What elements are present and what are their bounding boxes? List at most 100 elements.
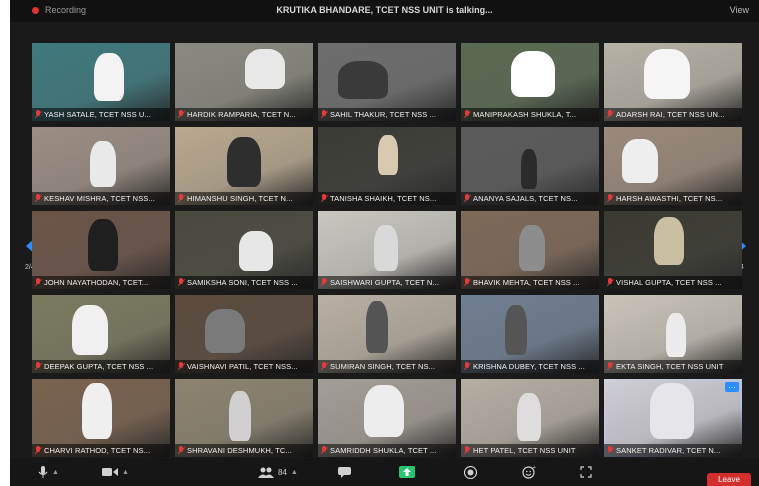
participant-tile[interactable]: KRISHNA DUBEY, TCET NSS ...	[461, 295, 599, 373]
muted-mic-icon	[321, 194, 327, 203]
meeting-window: Recording KRUTIKA BHANDARE, TCET NSS UNI…	[10, 0, 759, 486]
participant-tile[interactable]: VAISHNAVI PATIL, TCET NSS...	[175, 295, 313, 373]
participant-name: SUMIRAN SINGH, TCET NS...	[330, 362, 436, 371]
chat-bubble-icon	[338, 466, 351, 478]
participant-name-bar: SAHIL THAKUR, TCET NSS ...	[318, 108, 456, 121]
participant-name-bar: SAISHWARI GUPTA, TCET N...	[318, 276, 456, 289]
participant-name: CHARVI RATHOD, TCET NS...	[44, 446, 151, 455]
participant-tile[interactable]: EKTA SINGH, TCET NSS UNIT	[604, 295, 742, 373]
participant-tile[interactable]: JOHN NAYATHODAN, TCET...	[32, 211, 170, 289]
participant-tile[interactable]: SAISHWARI GUPTA, TCET N...	[318, 211, 456, 289]
participant-tile[interactable]: SAHIL THAKUR, TCET NSS ...	[318, 43, 456, 121]
participant-name: VAISHNAVI PATIL, TCET NSS...	[187, 362, 298, 371]
participant-name: TANISHA SHAIKH, TCET NS...	[330, 194, 437, 203]
participant-name-bar: CHARVI RATHOD, TCET NS...	[32, 444, 170, 457]
participant-name-bar: HARDIK RAMPARIA, TCET N...	[175, 108, 313, 121]
participants-options-caret-icon[interactable]: ▲	[291, 469, 298, 476]
participant-figure	[338, 61, 388, 99]
participant-name-bar: HET PATEL, TCET NSS UNIT	[461, 444, 599, 457]
participant-name-bar: YASH SATALE, TCET NSS U...	[32, 108, 170, 121]
participant-name: SAISHWARI GUPTA, TCET N...	[330, 278, 440, 287]
participant-tile[interactable]: SUMIRAN SINGH, TCET NS...	[318, 295, 456, 373]
leave-button[interactable]: Leave	[707, 473, 751, 486]
participant-name-bar: KRISHNA DUBEY, TCET NSS ...	[461, 360, 599, 373]
participant-name-bar: VISHAL GUPTA, TCET NSS ...	[604, 276, 742, 289]
participant-name: HET PATEL, TCET NSS UNIT	[473, 446, 576, 455]
muted-mic-icon	[607, 446, 613, 455]
participant-name-bar: SHRAVANI DESHMUKH, TC...	[175, 444, 313, 457]
muted-mic-icon	[321, 110, 327, 119]
title-bar: Recording KRUTIKA BHANDARE, TCET NSS UNI…	[10, 0, 759, 22]
participant-name: HARDIK RAMPARIA, TCET N...	[187, 110, 296, 119]
participant-figure	[650, 383, 694, 439]
participant-name: MANIPRAKASH SHUKLA, T...	[473, 110, 577, 119]
muted-mic-icon	[464, 278, 470, 287]
participant-name-bar: SAMRIDDH SHUKLA, TCET ...	[318, 444, 456, 457]
participant-name-bar: JOHN NAYATHODAN, TCET...	[32, 276, 170, 289]
participant-figure	[205, 309, 245, 353]
mute-options-caret-icon[interactable]: ▲	[52, 469, 59, 476]
participant-tile[interactable]: VISHAL GUPTA, TCET NSS ...	[604, 211, 742, 289]
mute-button[interactable]: ▲	[38, 465, 59, 479]
participant-name: VISHAL GUPTA, TCET NSS ...	[616, 278, 722, 287]
participant-tile[interactable]: MANIPRAKASH SHUKLA, T...	[461, 43, 599, 121]
muted-mic-icon	[178, 194, 184, 203]
share-screen-button[interactable]	[399, 465, 415, 479]
muted-mic-icon	[35, 278, 41, 287]
video-options-caret-icon[interactable]: ▲	[122, 469, 129, 476]
participant-figure	[229, 391, 251, 441]
participant-figure	[366, 301, 388, 353]
participant-name-bar: DEEPAK GUPTA, TCET NSS ...	[32, 360, 170, 373]
more-options-icon[interactable]: …	[725, 382, 739, 392]
participant-tile[interactable]: ANANYA SAJALS, TCET NS...	[461, 127, 599, 205]
participants-count: 84	[278, 467, 287, 477]
participant-tile[interactable]: HARSH AWASTHI, TCET NS...	[604, 127, 742, 205]
view-button[interactable]: View	[730, 5, 749, 15]
muted-mic-icon	[464, 446, 470, 455]
record-button[interactable]	[464, 465, 477, 479]
participant-tile[interactable]: HET PATEL, TCET NSS UNIT	[461, 379, 599, 457]
muted-mic-icon	[321, 362, 327, 371]
muted-mic-icon	[464, 194, 470, 203]
muted-mic-icon	[35, 194, 41, 203]
muted-mic-icon	[607, 194, 613, 203]
participant-figure	[378, 135, 398, 175]
participants-button[interactable]: 84 ▲	[258, 465, 298, 479]
chat-button[interactable]	[338, 465, 351, 479]
participant-tile[interactable]: TANISHA SHAIKH, TCET NS...	[318, 127, 456, 205]
participant-tile[interactable]: HIMANSHU SINGH, TCET N...	[175, 127, 313, 205]
participant-tile[interactable]: BHAVIK MEHTA, TCET NSS ...	[461, 211, 599, 289]
muted-mic-icon	[35, 110, 41, 119]
participant-tile[interactable]: HARDIK RAMPARIA, TCET N...	[175, 43, 313, 121]
participant-name-bar: ANANYA SAJALS, TCET NS...	[461, 192, 599, 205]
participant-figure	[654, 217, 684, 265]
participant-tile[interactable]: SAMIKSHA SONI, TCET NSS ...	[175, 211, 313, 289]
participant-figure	[227, 137, 261, 187]
participant-name-bar: SAMIKSHA SONI, TCET NSS ...	[175, 276, 313, 289]
participant-figure	[90, 141, 116, 187]
participant-figure	[511, 51, 555, 97]
participant-figure	[622, 139, 658, 183]
apps-button[interactable]	[580, 465, 592, 479]
reactions-button[interactable]: +	[522, 465, 536, 479]
participant-tile[interactable]: CHARVI RATHOD, TCET NS...	[32, 379, 170, 457]
participant-tile[interactable]: DEEPAK GUPTA, TCET NSS ...	[32, 295, 170, 373]
participant-tile[interactable]: ADARSH RAI, TCET NSS UN...	[604, 43, 742, 121]
record-icon	[464, 465, 477, 479]
share-screen-icon	[399, 466, 415, 478]
participant-name-bar: BHAVIK MEHTA, TCET NSS ...	[461, 276, 599, 289]
participant-tile[interactable]: SAMRIDDH SHUKLA, TCET ...	[318, 379, 456, 457]
muted-mic-icon	[607, 362, 613, 371]
participant-name-bar: EKTA SINGH, TCET NSS UNIT	[604, 360, 742, 373]
video-button[interactable]: ▲	[102, 465, 129, 479]
participant-name: JOHN NAYATHODAN, TCET...	[44, 278, 149, 287]
talking-indicator: KRUTIKA BHANDARE, TCET NSS UNIT is talki…	[276, 5, 493, 15]
participant-tile[interactable]: SANKET RADIVAR, TCET N...…	[604, 379, 742, 457]
participant-tile[interactable]: KESHAV MISHRA, TCET NSS...	[32, 127, 170, 205]
participant-name: SAMRIDDH SHUKLA, TCET ...	[330, 446, 437, 455]
participant-figure	[521, 149, 537, 189]
participant-tile[interactable]: SHRAVANI DESHMUKH, TC...	[175, 379, 313, 457]
muted-mic-icon	[321, 446, 327, 455]
participant-tile[interactable]: YASH SATALE, TCET NSS U...	[32, 43, 170, 121]
svg-text:+: +	[532, 465, 536, 471]
